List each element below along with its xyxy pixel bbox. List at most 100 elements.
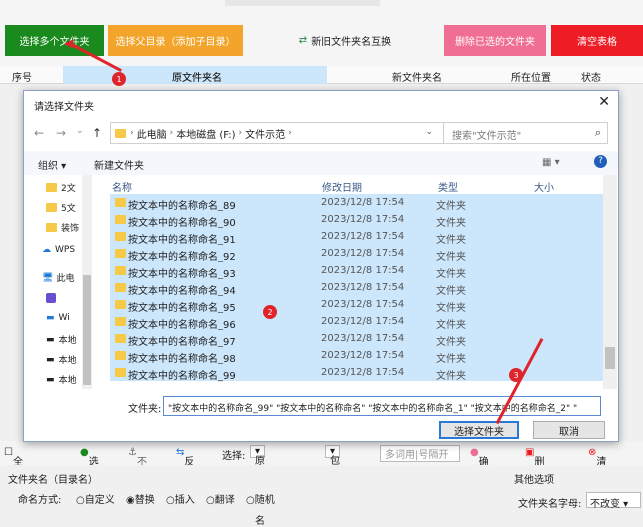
col-original-name: 原文件夹名 <box>172 73 222 84</box>
cancel-button[interactable]: 取消 <box>533 421 605 439</box>
nav-item-app[interactable] <box>46 293 60 303</box>
breadcrumb-this-pc[interactable]: 此电脑 <box>137 126 167 141</box>
nav-item[interactable]: 5文 <box>46 201 76 214</box>
file-row[interactable]: 按文本中的名称命名_97 2023/12/8 17:54 文件夹 <box>110 330 607 348</box>
nav-item[interactable]: 2文 <box>46 181 76 194</box>
nav-item-local-disk[interactable]: ▬ 本地 <box>46 333 77 347</box>
file-row[interactable]: 按文本中的名称命名_99 2023/12/8 17:54 文件夹 <box>110 364 607 382</box>
match-mode-dropdown[interactable]: 包含 ▾ <box>325 445 341 482</box>
confirm-button[interactable]: ● 确定 <box>470 447 489 483</box>
file-type: 文件夹 <box>436 371 466 382</box>
view-options-icon[interactable]: ▦ ▾ <box>542 157 560 168</box>
drive-icon: ▬ <box>46 313 55 323</box>
nav-item-local-disk[interactable]: ▬ 本地 <box>46 353 77 367</box>
letter-case-dropdown[interactable]: 不改变 ▾ <box>586 492 641 510</box>
clear-table-button[interactable]: 清空表格 <box>551 25 643 56</box>
column-size[interactable]: 大小 <box>534 179 554 194</box>
select-button[interactable]: ● 选中 <box>80 447 99 483</box>
folder-icon <box>115 128 126 138</box>
back-arrow-icon[interactable]: ← <box>34 126 44 140</box>
nav-item-wps[interactable]: ☁ WPS <box>42 245 75 255</box>
file-row[interactable]: 按文本中的名称命名_93 2023/12/8 17:54 文件夹 <box>110 262 607 280</box>
close-icon[interactable]: ✕ <box>598 94 610 110</box>
address-dropdown-icon[interactable]: ⌄ <box>425 127 433 137</box>
command-bar: 组织 ▾ 新建文件夹 ▦ ▾ ? <box>24 151 618 175</box>
file-type: 文件夹 <box>436 235 466 246</box>
naming-option-insert[interactable]: ○插入 <box>166 491 195 506</box>
file-row[interactable]: 按文本中的名称命名_96 2023/12/8 17:54 文件夹 <box>110 313 607 331</box>
folder-icon <box>115 283 126 292</box>
naming-option-translate[interactable]: ○翻译 <box>206 491 235 506</box>
file-name: 按文本中的名称命名_99 <box>128 371 236 382</box>
swap-names-button[interactable]: ⇄ 新旧文件夹名互换 <box>290 28 400 52</box>
cloud-icon: ☁ <box>42 245 51 255</box>
file-name: 按文本中的名称命名_97 <box>128 337 236 348</box>
navigation-pane: 2文 5文 装饰 ☁ WPS 🖥 此电 ▬ Wi ▬ 本地 ▬ 本地 ▬ 本地 <box>24 175 92 389</box>
file-row[interactable]: 按文本中的名称命名_89 2023/12/8 17:54 文件夹 <box>110 194 607 212</box>
file-name: 按文本中的名称命名_91 <box>128 235 236 246</box>
naming-option-custom[interactable]: ○自定义 <box>76 491 115 506</box>
file-row[interactable]: 按文本中的名称命名_95 2023/12/8 17:54 文件夹 <box>110 296 607 314</box>
naming-option-replace[interactable]: ◉替换 <box>126 491 155 506</box>
nav-item-this-pc[interactable]: 🖥 此电 <box>42 271 74 285</box>
nav-item-local-disk[interactable]: ▬ 本地 <box>46 373 77 387</box>
file-row[interactable]: 按文本中的名称命名_94 2023/12/8 17:54 文件夹 <box>110 279 607 297</box>
swap-names-label: 新旧文件夹名互换 <box>311 36 392 48</box>
delete-selected-bottom-button[interactable]: ▣ 删除已选 <box>525 447 544 513</box>
file-type: 文件夹 <box>436 218 466 229</box>
file-date: 2023/12/8 17:54 <box>321 367 405 378</box>
computer-icon: 🖥 <box>42 272 54 283</box>
folder-icon <box>46 183 57 192</box>
up-arrow-icon[interactable]: ↑ <box>92 126 102 140</box>
address-bar[interactable]: › 此电脑 › 本地磁盘 (F:) › 文件示范 › ⌄ ↻ <box>110 122 460 144</box>
file-type: 文件夹 <box>436 320 466 331</box>
file-row[interactable]: 按文本中的名称命名_91 2023/12/8 17:54 文件夹 <box>110 228 607 246</box>
file-date: 2023/12/8 17:54 <box>321 214 405 225</box>
naming-option-random[interactable]: ○随机 <box>246 491 275 506</box>
nav-scrollbar[interactable] <box>82 175 92 389</box>
select-all-checkbox[interactable]: ☐ 全部选择 <box>4 447 23 513</box>
organize-menu[interactable]: 组织 ▾ <box>38 157 66 172</box>
new-folder-button[interactable]: 新建文件夹 <box>94 157 144 172</box>
nav-item[interactable]: 装饰 <box>46 221 79 234</box>
file-name: 按文本中的名称命名_96 <box>128 320 236 331</box>
file-list-scrollbar[interactable] <box>603 175 617 389</box>
column-type[interactable]: 类型 <box>438 179 458 194</box>
delete-selected-folders-button[interactable]: 删除已选的文件夹 <box>444 25 546 56</box>
keyword-input[interactable]: 多词用|号隔开 <box>380 445 460 462</box>
folder-icon <box>115 300 126 309</box>
file-row[interactable]: 按文本中的名称命名_90 2023/12/8 17:54 文件夹 <box>110 211 607 229</box>
recent-dropdown-icon[interactable]: ⌄ <box>76 126 84 136</box>
help-icon[interactable]: ? <box>594 155 607 168</box>
file-date: 2023/12/8 17:54 <box>321 197 405 208</box>
selection-bar: ☐ 全部选择 ● 选中 ⚓ 不选 ⇆ 反选 选择: 原文件夹名 ▾ 包含 ▾ 多… <box>0 441 643 527</box>
file-name: 按文本中的名称命名_94 <box>128 286 236 297</box>
file-date: 2023/12/8 17:54 <box>321 282 405 293</box>
drive-icon: ▬ <box>46 374 55 385</box>
top-strip <box>225 0 380 6</box>
select-folder-button[interactable]: 选择文件夹 <box>439 421 519 439</box>
scrollbar-thumb[interactable] <box>83 275 91 385</box>
clear-table-bottom-button[interactable]: ⊗ 清空表格 <box>588 447 606 513</box>
search-input[interactable]: 搜索"文件示范" ⌕ <box>443 122 608 144</box>
select-field-dropdown[interactable]: 原文件夹名 ▾ <box>250 445 266 527</box>
filename-input[interactable]: "按文本中的名称命名_99" "按文本中的名称命名" "按文本中的名称命名_1"… <box>163 396 601 416</box>
file-row[interactable]: 按文本中的名称命名_92 2023/12/8 17:54 文件夹 <box>110 245 607 263</box>
deselect-button[interactable]: ⚓ 不选 <box>128 447 147 483</box>
invert-button[interactable]: ⇆ 反选 <box>176 447 194 483</box>
scrollbar-thumb[interactable] <box>605 347 615 369</box>
column-name[interactable]: 名称 <box>112 179 132 194</box>
nav-item-windows[interactable]: ▬ Wi <box>46 313 70 323</box>
breadcrumb-local-disk[interactable]: 本地磁盘 (F:) <box>176 126 235 141</box>
select-parent-dir-button[interactable]: 选择父目录（添加子目录） <box>108 25 243 56</box>
swap-icon: ⇄ <box>298 34 308 46</box>
breadcrumb-demo-folder[interactable]: 文件示范 <box>245 126 285 141</box>
col-index: 序号 <box>12 73 32 84</box>
drive-icon: ▬ <box>46 334 55 345</box>
file-type: 文件夹 <box>436 337 466 348</box>
forward-arrow-icon[interactable]: → <box>56 126 66 140</box>
chevron-right-icon: › <box>288 128 292 138</box>
file-type: 文件夹 <box>436 303 466 314</box>
file-name: 按文本中的名称命名_90 <box>128 218 236 229</box>
column-date[interactable]: 修改日期 <box>322 179 362 194</box>
